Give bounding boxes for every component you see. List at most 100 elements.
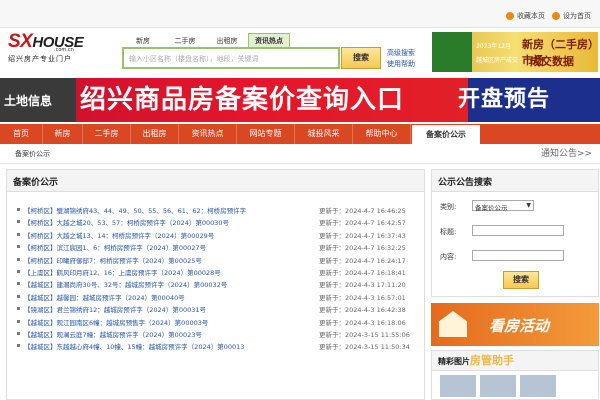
list-item[interactable]: 【越城区】观澜云庭7幢：越城房预许字（2024）第00023号 更新于：2024-… bbox=[7, 328, 424, 340]
nav-news[interactable]: 资讯热点 bbox=[179, 124, 237, 144]
top-ad-banner[interactable]: 2023年12月 越城区房产成交 新房（二手房）市场 成交数据 bbox=[432, 32, 598, 72]
nav-new[interactable]: 新房 bbox=[43, 124, 83, 144]
home-icon bbox=[552, 12, 560, 20]
nav-resale[interactable]: 二手房 bbox=[83, 124, 131, 144]
title-label: 标题: bbox=[440, 228, 457, 236]
category-label: 类别: bbox=[440, 203, 457, 211]
breadcrumb[interactable]: 备案价公示 bbox=[15, 149, 50, 159]
bullet-icon bbox=[17, 232, 20, 236]
bullet-icon bbox=[17, 269, 20, 273]
search-tab-rent[interactable]: 出租房 bbox=[206, 33, 248, 47]
list-item-title[interactable]: 【柯桥区】印曦府御邸7：柯桥房预许字（2024）第00025号 bbox=[24, 255, 202, 265]
list-item-date: 更新于：2024-4-3 16:18:06 bbox=[319, 318, 406, 327]
bullet-icon bbox=[17, 307, 20, 311]
panel-title: 备案价公示 bbox=[7, 170, 424, 192]
notice-search-title: 公示公告搜索 bbox=[432, 170, 598, 192]
site-logo[interactable]: SXHOUSE .com.cn 绍兴房产专业门户 bbox=[8, 31, 98, 73]
bullet-icon bbox=[17, 319, 20, 323]
search-tab-resale[interactable]: 二手房 bbox=[164, 33, 206, 47]
list-item[interactable]: 【柯桥区】滨江宸园1、6：柯桥房预许字（2024）第00027号 更新于：2024… bbox=[7, 241, 424, 253]
bullet-icon bbox=[17, 245, 20, 249]
nav-home[interactable]: 首页 bbox=[0, 124, 43, 144]
filing-list: 【柯桥区】璧湖锦绣府43、44、49、50、55、56、61、62：柯桥房预许字… bbox=[7, 204, 424, 353]
list-item-title[interactable]: 【越城区】东越越心府4幢、10幢、15幢：越城房预许字（2024）第00013 bbox=[24, 341, 244, 351]
bullet-icon bbox=[17, 220, 20, 224]
list-item-date: 更新于：2024-4-3 17:11:20 bbox=[319, 281, 406, 290]
list-item-date: 更新于：2024-4-7 16:46:25 bbox=[319, 207, 406, 215]
chevron-down-icon: ▼ bbox=[526, 202, 531, 209]
photos-title: 精彩图片 bbox=[432, 351, 598, 371]
bullet-icon bbox=[17, 294, 20, 298]
advanced-search-link[interactable]: 高级搜索 bbox=[387, 48, 415, 58]
land-info-label: 土地信息 bbox=[4, 94, 53, 108]
list-item-date: 更新于：2024-4-7 16:18:41 bbox=[319, 268, 406, 277]
logo-wordmark: SXHOUSE bbox=[8, 31, 84, 52]
bullet-icon bbox=[17, 257, 20, 261]
bookmark-link[interactable]: 收藏本页 bbox=[506, 11, 545, 21]
category-select[interactable]: 备案价公示 ▼ bbox=[472, 200, 534, 212]
list-item-title[interactable]: 【柯桥区】大越之城20、53、57：柯桥房预许字（2024）第00030号 bbox=[24, 217, 229, 227]
banner-title: 绍兴商品房备案价查询入口 bbox=[80, 85, 405, 115]
list-item[interactable]: 【上虞区】鹤风印月府12、16：上虞房预许字（2024）第00028号 更新于：2… bbox=[7, 266, 424, 278]
list-item[interactable]: 【柯桥区】大越之城20、53、57：柯桥房预许字（2024）第00030号 更新于… bbox=[7, 216, 424, 228]
search-tab-news[interactable]: 资讯热点 bbox=[248, 33, 290, 47]
list-item[interactable]: 【越城区】观江园南区6幢：越城房预售字（2024）第00003号 更新于：2024… bbox=[7, 316, 424, 328]
list-item[interactable]: 【越城区】建潮尚府30号、32号：越城房预许字（2024）第00032号 更新于：… bbox=[7, 278, 424, 290]
title-input[interactable] bbox=[472, 225, 564, 236]
main-nav: 首页 新房 二手房 出租房 资讯热点 网站专题 城投风采 帮助中心 备案价公示 bbox=[0, 124, 600, 144]
main-banner[interactable]: 土地信息 绍兴商品房备案价查询入口 开盘预告 bbox=[0, 78, 600, 122]
help-link[interactable]: 使用帮助 bbox=[387, 59, 415, 69]
nav-topics[interactable]: 网站专题 bbox=[237, 124, 295, 144]
content-label: 内容: bbox=[440, 253, 457, 261]
list-item-title[interactable]: 【越城区】观澜云庭7幢：越城房预许字（2024）第00023号 bbox=[24, 329, 202, 339]
list-item-title[interactable]: 【越城区】建潮尚府30号、32号：越城房预许字（2024）第00032号 bbox=[24, 279, 227, 289]
list-item-date: 更新于：2024-4-3 16:42:38 bbox=[319, 306, 406, 315]
list-item-title[interactable]: 【越城区】观江园南区6幢：越城房预售字（2024）第00003号 bbox=[24, 317, 208, 327]
search-input[interactable]: 输入小区名称（楼盘名称），地段，关键词 bbox=[122, 47, 340, 69]
list-item-date: 更新于：2024-4-3 16:57:01 bbox=[319, 293, 406, 302]
notice-link[interactable]: 通知公告>> bbox=[541, 146, 592, 159]
list-item-date: 更新于：2024-4-7 16:37:43 bbox=[319, 231, 406, 240]
bullet-icon bbox=[17, 331, 20, 335]
list-item-title[interactable]: 【柯桥区】璧湖锦绣府43、44、49、50、55、56、61、62：柯桥房预许字 bbox=[24, 205, 246, 215]
list-item-title[interactable]: 【柯桥区】大越之城13、14：柯桥房预许字（2024）第00029号 bbox=[24, 230, 214, 240]
list-item[interactable]: 【柯桥区】大越之城13、14：柯桥房预许字（2024）第00029号 更新于：20… bbox=[7, 229, 424, 241]
set-homepage-link[interactable]: 设为首页 bbox=[552, 11, 591, 21]
list-item-date: 更新于：2024-4-7 16:24:17 bbox=[319, 256, 406, 265]
watermark-label: 房管助手 bbox=[470, 352, 514, 368]
list-item[interactable]: 【镜湖区】君兰锦绣府12：越城房预许字（2024）第00031号 更新于：2024… bbox=[7, 303, 424, 315]
list-item[interactable]: 【越城区】越馨园：越城房预许字（2024）第00040号 更新于：2024-4-3… bbox=[7, 291, 424, 303]
filing-price-panel: 备案价公示 【柯桥区】璧湖锦绣府43、44、49、50、55、56、61、62：… bbox=[6, 169, 425, 400]
search-tabs: 新房 二手房 出租房 资讯热点 bbox=[122, 33, 290, 47]
bullet-icon bbox=[17, 208, 20, 211]
list-item-date: 更新于：2024-4-7 16:42:57 bbox=[319, 219, 406, 228]
list-item-title[interactable]: 【越城区】越馨园：越城房预许字（2024）第00040号 bbox=[24, 292, 185, 302]
logo-slogan: 绍兴房产专业门户 bbox=[8, 55, 72, 63]
ad-emblem bbox=[432, 32, 472, 72]
list-item-date: 更新于：2024-4-7 16:32:25 bbox=[319, 244, 406, 253]
house-icon bbox=[439, 311, 467, 337]
photo-thumb[interactable] bbox=[480, 375, 516, 397]
list-item[interactable]: 【柯桥区】印曦府御邸7：柯桥房预许字（2024）第00025号 更新于：2024-… bbox=[7, 254, 424, 266]
content-input[interactable] bbox=[472, 250, 564, 261]
search-button[interactable]: 搜索 bbox=[341, 47, 381, 69]
list-item-title[interactable]: 【镜湖区】君兰锦绣府12：越城房预许字（2024）第00031号 bbox=[24, 304, 206, 314]
house-tour-ad[interactable]: 看房活动 bbox=[431, 303, 599, 346]
nav-chengtou[interactable]: 城投风采 bbox=[295, 124, 353, 144]
star-icon bbox=[506, 12, 514, 20]
list-item-date: 更新于：2024-3-15 11:50:34 bbox=[319, 343, 410, 352]
photo-thumb[interactable] bbox=[440, 375, 476, 397]
notice-search-panel: 公示公告搜索 类别: 备案价公示 ▼ 标题: 内容: 搜索 bbox=[431, 169, 599, 297]
list-item-title[interactable]: 【上虞区】鹤风印月府12、16：上虞房预许字（2024）第00028号 bbox=[24, 267, 221, 277]
list-item-date: 更新于：2024-3-15 11:55:06 bbox=[319, 330, 410, 339]
list-item[interactable]: 【越城区】东越越心府4幢、10幢、15幢：越城房预许字（2024）第00013 更… bbox=[7, 340, 424, 352]
divider bbox=[0, 163, 600, 164]
side-search-button[interactable]: 搜索 bbox=[503, 271, 539, 289]
nav-help[interactable]: 帮助中心 bbox=[353, 124, 411, 144]
photo-thumb[interactable] bbox=[520, 375, 556, 397]
list-item[interactable]: 【柯桥区】璧湖锦绣府43、44、49、50、55、56、61、62：柯桥房预许字… bbox=[7, 204, 424, 216]
search-tab-new[interactable]: 新房 bbox=[122, 33, 164, 47]
nav-filing-price[interactable]: 备案价公示 bbox=[411, 124, 481, 144]
nav-rent[interactable]: 出租房 bbox=[131, 124, 179, 144]
list-item-title[interactable]: 【柯桥区】滨江宸园1、6：柯桥房预许字（2024）第00027号 bbox=[24, 242, 206, 252]
